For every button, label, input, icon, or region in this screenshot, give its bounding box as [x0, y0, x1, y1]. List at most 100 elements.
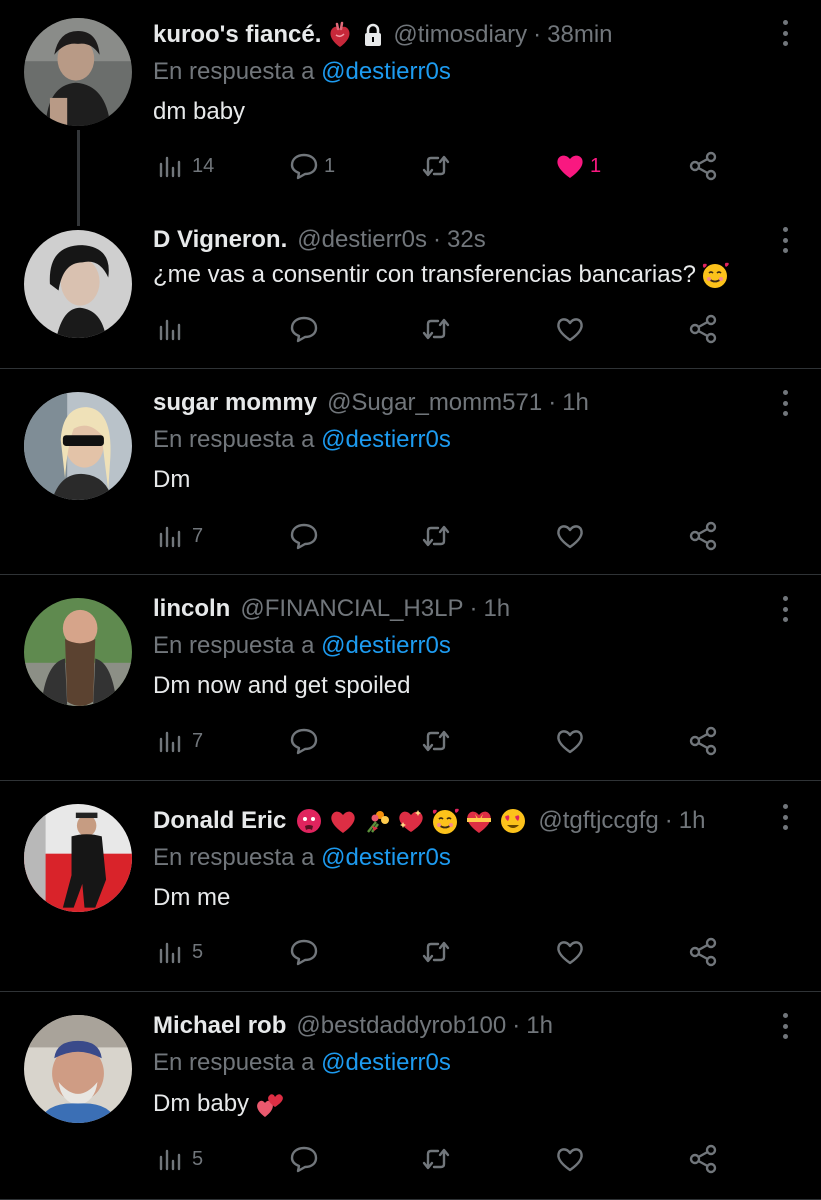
timestamp[interactable]: 38min [547, 21, 612, 49]
tweet-5[interactable]: Michael rob @bestdaddyrob100 · 1h En res… [0, 993, 821, 1200]
more-options-icon[interactable] [779, 802, 791, 832]
reply-prefix: En respuesta a [153, 426, 315, 453]
reply-icon [290, 939, 318, 966]
reply-context: En respuesta a @destierr0s [153, 426, 451, 454]
display-name[interactable]: sugar mommy [153, 389, 317, 417]
bar-chart-icon [159, 942, 181, 964]
mention-link[interactable]: @destierr0s [321, 426, 451, 453]
share-button[interactable] [688, 516, 720, 556]
more-options-icon[interactable] [779, 594, 791, 624]
tweet-0[interactable]: kuroo's fiancé. @timosdiary · 38min En r… [0, 0, 821, 226]
avatar[interactable] [24, 598, 132, 706]
reply-button[interactable]: 1 [288, 146, 335, 186]
heart-icon [557, 941, 583, 965]
views-button[interactable]: 7 [156, 516, 203, 556]
timestamp[interactable]: 1h [483, 595, 510, 623]
like-button[interactable] [554, 721, 590, 761]
handle[interactable]: @timosdiary [393, 21, 527, 49]
reply-button[interactable] [288, 932, 324, 972]
mention-link[interactable]: @destierr0s [321, 632, 451, 659]
like-button[interactable]: 1 [554, 146, 601, 186]
handle[interactable]: @FINANCIAL_H3LP [240, 595, 463, 623]
tweet-text-content: Dm me [153, 884, 231, 911]
more-options-icon[interactable] [779, 388, 791, 418]
separator-dot: · [512, 1012, 521, 1039]
tweet-text-content: ¿me vas a consentir con transferencias b… [153, 261, 696, 288]
separator-dot: · [433, 226, 441, 253]
display-name[interactable]: Michael rob [153, 1012, 286, 1040]
share-button[interactable] [688, 721, 720, 761]
retweet-button[interactable] [420, 1139, 456, 1179]
retweet-icon [422, 318, 450, 340]
like-button[interactable] [554, 1139, 590, 1179]
timestamp[interactable]: 1h [679, 807, 706, 835]
tweet-4[interactable]: Donald Eric @tgftjccgfg · 1h En respuest… [0, 782, 821, 992]
views-button[interactable] [156, 309, 192, 349]
red-heart-emoji-icon [328, 806, 358, 836]
tweet-header: sugar mommy @Sugar_momm571 · 1h [153, 388, 761, 418]
tweet-text-content: Dm [153, 466, 191, 493]
timestamp[interactable]: 32s [447, 226, 486, 254]
separator-dot: · [533, 21, 542, 48]
retweet-icon [422, 1148, 450, 1170]
reply-button[interactable] [288, 309, 324, 349]
action-bar [0, 309, 821, 349]
reply-button[interactable] [288, 721, 324, 761]
handle[interactable]: @tgftjccgfg [538, 807, 658, 835]
more-options-icon[interactable] [779, 225, 791, 255]
tweet-3[interactable]: lincoln @FINANCIAL_H3LP · 1h En respuest… [0, 576, 821, 781]
tweet-1[interactable]: D Vigneron. @destierr0s · 32s ¿me vas a … [0, 205, 821, 369]
separator-dot: · [548, 389, 557, 416]
retweet-button[interactable] [420, 721, 456, 761]
avatar[interactable] [24, 804, 132, 912]
views-count: 14 [192, 154, 215, 177]
timestamp[interactable]: 1h [526, 1012, 553, 1040]
more-options-icon[interactable] [779, 1011, 791, 1041]
avatar[interactable] [24, 392, 132, 500]
heart-eyes-emoji-icon [498, 806, 528, 836]
retweet-button[interactable] [420, 146, 456, 186]
views-button[interactable]: 5 [156, 932, 203, 972]
share-button[interactable] [688, 309, 720, 349]
timestamp[interactable]: 1h [562, 389, 589, 417]
tweet-header: Michael rob @bestdaddyrob100 · 1h [153, 1011, 761, 1041]
share-button[interactable] [688, 1139, 720, 1179]
reply-icon [290, 728, 318, 755]
avatar[interactable] [24, 1015, 132, 1123]
action-bar: 7 [0, 721, 821, 761]
retweet-button[interactable] [420, 932, 456, 972]
action-bar: 5 [0, 1139, 821, 1179]
share-button[interactable] [688, 932, 720, 972]
views-count: 7 [192, 729, 204, 752]
reply-button[interactable] [288, 516, 324, 556]
reply-button[interactable] [288, 1139, 324, 1179]
retweet-button[interactable] [420, 516, 456, 556]
handle[interactable]: @bestdaddyrob100 [296, 1012, 506, 1040]
tweet-2[interactable]: sugar mommy @Sugar_momm571 · 1h En respu… [0, 370, 821, 575]
action-bar: 5 [0, 932, 821, 972]
share-button[interactable] [688, 146, 720, 186]
avatar[interactable] [24, 18, 132, 126]
action-bar: 7 [0, 516, 821, 556]
like-button[interactable] [554, 309, 590, 349]
views-button[interactable]: 7 [156, 721, 203, 761]
handle[interactable]: @destierr0s [297, 226, 427, 254]
like-button[interactable] [554, 516, 590, 556]
share-icon [689, 521, 717, 551]
display-name[interactable]: D Vigneron. [153, 226, 287, 254]
views-button[interactable]: 5 [156, 1139, 203, 1179]
display-name[interactable]: lincoln [153, 595, 230, 623]
tweet-text: ¿me vas a consentir con transferencias b… [153, 260, 730, 290]
mention-link[interactable]: @destierr0s [321, 1049, 451, 1076]
display-name[interactable]: kuroo's fiancé. [153, 21, 321, 49]
reply-icon [290, 1146, 318, 1173]
handle[interactable]: @Sugar_momm571 [327, 389, 542, 417]
mention-link[interactable]: @destierr0s [321, 58, 451, 85]
display-name[interactable]: Donald Eric [153, 807, 286, 835]
share-icon [689, 1144, 717, 1174]
mention-link[interactable]: @destierr0s [321, 844, 451, 871]
like-button[interactable] [554, 932, 590, 972]
retweet-button[interactable] [420, 309, 456, 349]
more-options-icon[interactable] [779, 18, 791, 48]
views-button[interactable]: 14 [156, 146, 214, 186]
